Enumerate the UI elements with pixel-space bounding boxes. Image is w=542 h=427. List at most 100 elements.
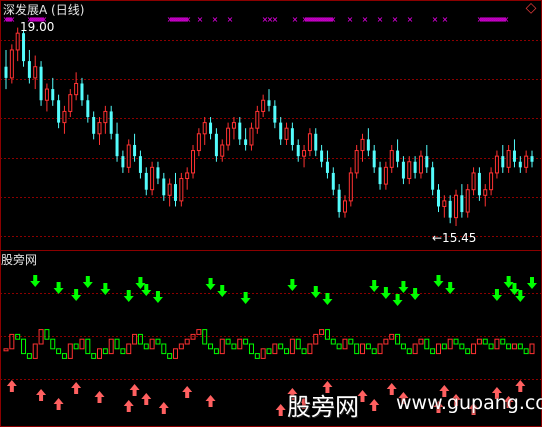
down-arrow-signal bbox=[205, 278, 216, 290]
candle-body bbox=[378, 167, 382, 185]
candle-body bbox=[191, 150, 196, 174]
indicator-bar bbox=[79, 338, 85, 350]
indicator-bar bbox=[506, 343, 512, 350]
indicator-bar bbox=[102, 348, 108, 355]
signal-marker: × bbox=[432, 15, 439, 24]
indicator-bar bbox=[143, 343, 149, 350]
candle-body bbox=[348, 172, 353, 202]
candle-body bbox=[144, 172, 148, 190]
indicator-bar bbox=[313, 333, 319, 345]
down-arrow-signal bbox=[410, 288, 421, 300]
candle-body bbox=[273, 105, 277, 123]
indicator-bar bbox=[120, 348, 126, 355]
indicator-bar bbox=[73, 343, 79, 350]
candle-body bbox=[331, 172, 335, 190]
candle-body bbox=[290, 128, 294, 145]
candle-body bbox=[202, 122, 207, 135]
candle-body bbox=[226, 127, 231, 146]
signal-marker: × bbox=[185, 15, 192, 24]
signal-marker: × bbox=[392, 15, 399, 24]
up-arrow-signal bbox=[357, 390, 368, 402]
candle-body bbox=[465, 189, 470, 213]
candle-body bbox=[231, 122, 236, 129]
indicator-bar bbox=[149, 338, 155, 350]
down-arrow-signal bbox=[123, 290, 134, 302]
candle-body bbox=[512, 150, 516, 162]
candle-body bbox=[454, 194, 459, 219]
candle-body bbox=[396, 150, 400, 162]
candle-body bbox=[196, 133, 201, 152]
candle-body bbox=[39, 66, 43, 101]
indicator-bar bbox=[248, 343, 254, 355]
candle-body bbox=[249, 127, 254, 146]
candle-body bbox=[494, 155, 499, 174]
down-arrow-signal bbox=[53, 282, 64, 294]
indicator-bar bbox=[137, 333, 143, 345]
candle-body bbox=[133, 144, 137, 157]
indicator-bar bbox=[260, 348, 266, 359]
candle-body bbox=[413, 161, 417, 173]
indicator-bar bbox=[395, 333, 401, 345]
watermark-url: www.gupang.com bbox=[396, 392, 542, 414]
down-arrow-signal bbox=[30, 275, 41, 287]
candle-body bbox=[214, 133, 218, 157]
indicator-bar bbox=[371, 348, 377, 355]
candle-body bbox=[115, 133, 119, 157]
candle-body bbox=[302, 150, 307, 157]
indicator-bar bbox=[225, 338, 231, 345]
candle-body bbox=[103, 110, 108, 124]
candle-body bbox=[401, 161, 405, 179]
indicator-bar bbox=[97, 348, 103, 359]
signal-marker: × bbox=[442, 15, 449, 24]
indicator-bar bbox=[430, 348, 436, 355]
down-arrow-signal bbox=[82, 276, 93, 288]
candle-body bbox=[261, 99, 266, 112]
candle-body bbox=[436, 189, 440, 207]
indicator-bar bbox=[132, 333, 138, 345]
signal-marker: × bbox=[362, 15, 369, 24]
signal-marker: × bbox=[330, 15, 337, 24]
up-arrow-signal bbox=[141, 393, 152, 405]
candle-body bbox=[284, 127, 289, 140]
indicator-panel-title: 股旁网 bbox=[1, 253, 38, 267]
indicator-bar bbox=[471, 343, 477, 355]
candle-body bbox=[307, 133, 312, 152]
indicator-bar bbox=[301, 348, 307, 355]
candle-body bbox=[179, 178, 184, 202]
candle-body bbox=[44, 88, 49, 101]
indicator-bar bbox=[424, 338, 430, 350]
candle-body bbox=[425, 156, 429, 168]
watermark-name: 股旁网 bbox=[287, 393, 359, 421]
indicator-bar bbox=[50, 338, 56, 350]
candle-body bbox=[524, 155, 529, 168]
signal-marker: × bbox=[292, 15, 299, 24]
indicator-bar bbox=[377, 343, 383, 355]
down-arrow-signal bbox=[445, 282, 456, 294]
up-arrow-signal bbox=[182, 386, 193, 398]
indicator-bar bbox=[67, 343, 73, 359]
indicator-bar bbox=[465, 348, 471, 355]
candle-body bbox=[418, 155, 423, 174]
indicator-bar bbox=[231, 343, 237, 350]
indicator-bar bbox=[213, 348, 219, 355]
candle-body bbox=[296, 144, 300, 157]
candle-body bbox=[173, 184, 177, 201]
indicator-bar bbox=[400, 343, 406, 350]
candle-body bbox=[530, 156, 534, 162]
indicator-bar bbox=[184, 338, 190, 345]
indicator-bar bbox=[114, 338, 120, 350]
diamond-close-icon[interactable]: ◇ bbox=[523, 0, 539, 16]
candle-body bbox=[383, 166, 388, 185]
candle-body bbox=[68, 94, 73, 112]
indicator-bar bbox=[108, 338, 114, 355]
indicator-bar bbox=[354, 343, 360, 355]
down-arrow-signal bbox=[217, 285, 228, 297]
candle-body bbox=[407, 161, 412, 180]
candle-body bbox=[342, 200, 347, 213]
indicator-bar bbox=[360, 343, 366, 355]
signal-marker: × bbox=[212, 15, 219, 24]
indicator-bar bbox=[266, 348, 272, 355]
max-price-label: 19.00 bbox=[20, 20, 55, 34]
down-arrow-signal bbox=[310, 286, 321, 298]
up-arrow-signal bbox=[129, 384, 140, 396]
